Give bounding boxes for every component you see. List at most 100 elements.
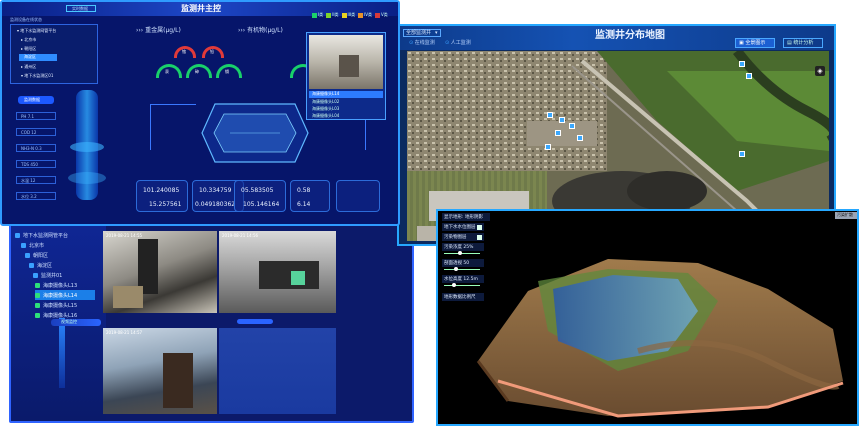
checkbox[interactable] xyxy=(477,224,482,230)
tab-online[interactable]: ⊙ 在线监测 xyxy=(409,41,435,46)
gauge-label: 镉 xyxy=(225,69,229,74)
well-marker[interactable] xyxy=(547,112,553,118)
camera-feed-3[interactable]: 2019-08-21 14:57 xyxy=(103,328,217,414)
terrain-3d-view[interactable] xyxy=(438,211,857,424)
value-card[interactable]: 05.583505 105.146164 xyxy=(234,180,286,212)
tree-item[interactable]: 监测井01 xyxy=(33,270,62,280)
camera-desk xyxy=(259,261,319,289)
video-wall-panel: 地下水监测网管平台 北京市 朝阳区 海淀区 监测井01 海康摄像头L13 海康摄… xyxy=(9,222,414,423)
camera-list-item[interactable]: 海康摄像头L04 xyxy=(312,114,339,118)
camera-preview[interactable] xyxy=(309,35,383,89)
metric-item[interactable]: 水位 3.2 xyxy=(16,192,56,200)
gauge-green xyxy=(216,64,242,78)
realtime-tab[interactable]: 实时数据 xyxy=(66,5,96,12)
slider-thumb[interactable] xyxy=(458,251,462,255)
legend-item: II类 xyxy=(326,12,339,18)
value-card[interactable] xyxy=(336,180,380,212)
well-marker[interactable] xyxy=(569,123,575,129)
value-card[interactable]: 0.58 6.14 xyxy=(290,180,330,212)
metric-item[interactable]: PH 7.1 xyxy=(16,112,56,120)
control-item[interactable]: 显示地形: 地形阴影 xyxy=(442,213,490,221)
camera-feed-2[interactable]: 2019-08-21 14:56 xyxy=(219,231,336,313)
tree-item[interactable]: 海淀区 xyxy=(29,260,52,270)
tree-item[interactable]: 海康摄像头L15 xyxy=(35,300,77,310)
video-page-indicator[interactable] xyxy=(237,319,273,324)
metric-item[interactable]: TDS 450 xyxy=(16,160,56,168)
well-marker[interactable] xyxy=(555,130,561,136)
tree-item[interactable]: ▾ 地下水监测区01 xyxy=(21,74,53,78)
gauge-label: 铅 xyxy=(210,49,214,54)
camera-list-item[interactable]: 海康摄像头L02 xyxy=(312,100,339,104)
gauge-label: 汞 xyxy=(165,69,169,74)
well-dropdown[interactable]: 全部监测井 ▾ xyxy=(403,29,441,37)
tree-item[interactable]: 地下水监测网管平台 xyxy=(15,230,68,240)
device-status-label: 监测设备在线状态 xyxy=(10,17,42,22)
tree-item[interactable]: ▾ 地下水监测网管平台 xyxy=(17,29,56,33)
video-bottom-tab[interactable]: 视频监控 xyxy=(51,319,101,326)
control-item[interactable]: 剖面透视 50 xyxy=(442,259,484,267)
chevron-down-icon: ▾ xyxy=(435,30,438,36)
main-console: 监测井主控 实时数据 监测设备在线状态 I类 II类 III类 IV类 V类 ▾… xyxy=(0,0,400,226)
tree-item[interactable]: ▸ 通州区 xyxy=(21,65,36,69)
well-marker[interactable] xyxy=(739,151,745,157)
camera-timestamp: 2019-08-21 14:56 xyxy=(222,233,259,238)
map-header: 全部监测井 ▾ ⊙ 在线监测 ⊙ 人工监测 监测井分布地图 ▣ 全景图示 ▤ 统… xyxy=(399,26,834,50)
well-marker[interactable] xyxy=(577,135,583,141)
layers-icon[interactable]: ◈ xyxy=(815,66,825,76)
slider-thumb[interactable] xyxy=(452,283,456,287)
legend-item: V类 xyxy=(375,12,388,18)
organic-label: ››› 有机物(μg/L) xyxy=(238,27,283,34)
control-item[interactable]: 水位高度 12.5m xyxy=(442,275,484,283)
tree-item[interactable]: ▸ 朝阳区 xyxy=(21,47,36,51)
tree-scrollbar[interactable] xyxy=(59,318,65,388)
camera-feed-4-empty[interactable] xyxy=(219,328,336,414)
central-hex-frame xyxy=(201,103,309,163)
slider-track[interactable] xyxy=(444,269,480,270)
well-cylinder xyxy=(62,82,112,212)
tree-item[interactable]: 朝阳区 xyxy=(25,250,48,260)
statistics-button[interactable]: ▤ 统计分析 xyxy=(783,38,823,48)
device-tree: ▾ 地下水监测网管平台 ▸ 北京市 ▸ 朝阳区 海淀区 ▸ 通州区 ▾ 地下水监… xyxy=(10,24,98,84)
legend-item: III类 xyxy=(341,12,355,18)
panorama-button[interactable]: ▣ 全景图示 xyxy=(735,38,775,48)
camera-popup: 海康摄像头L14 海康摄像头L02 海康摄像头L03 海康摄像头L04 xyxy=(306,32,386,120)
tree-item[interactable]: ▸ 北京市 xyxy=(21,38,36,42)
terrain-controls: 显示地形: 地形阴影 地下水水位图层 污染物图层 污染浓度 25% 剖面透视 5… xyxy=(438,213,490,303)
camera-list-item[interactable]: 海康摄像头L03 xyxy=(312,107,339,111)
camera-feed-1[interactable]: 2019-08-21 14:55 xyxy=(103,231,217,313)
metric-header-button[interactable]: 监测数据 xyxy=(18,96,54,104)
metric-item[interactable]: 水温 12 xyxy=(16,176,56,184)
tree-item[interactable]: 海康摄像头L13 xyxy=(35,280,77,290)
control-item[interactable]: 地下水水位图层 xyxy=(442,223,484,231)
tree-item-selected[interactable]: 海康摄像头L14 xyxy=(35,290,95,300)
metric-item[interactable]: NH3-N 0.3 xyxy=(16,144,56,152)
well-marker[interactable] xyxy=(545,144,551,150)
gauge-label: 铬 xyxy=(182,49,186,54)
control-item[interactable]: 污染物图层 xyxy=(442,233,484,241)
tree-item[interactable]: 北京市 xyxy=(21,240,44,250)
terrain-3d-panel: 污染扩散 显示地形: 地形阴影 地下水水位图层 污染物图层 污染浓度 25% 剖… xyxy=(436,209,859,426)
control-item[interactable]: 地形数据比例尺 xyxy=(442,293,484,301)
tab-manual[interactable]: ⊙ 人工监测 xyxy=(445,41,471,46)
checkbox[interactable] xyxy=(477,234,482,240)
gauge-green xyxy=(156,64,182,78)
slider-track[interactable] xyxy=(444,285,480,286)
camera-machine xyxy=(163,353,193,408)
legend-item: IV类 xyxy=(358,12,372,18)
well-marker[interactable] xyxy=(739,61,745,67)
console-title: 监测井主控 xyxy=(181,4,221,13)
heavy-metal-label: ››› 重金属(μg/L) xyxy=(136,27,181,34)
tree-item-selected[interactable]: 海淀区 xyxy=(19,54,57,61)
control-item[interactable]: 污染浓度 25% xyxy=(442,243,484,251)
slider-thumb[interactable] xyxy=(454,267,458,271)
camera-list-item-selected[interactable]: 海康摄像头L14 xyxy=(309,91,383,98)
well-marker[interactable] xyxy=(746,73,752,79)
map-title: 监测井分布地图 xyxy=(595,30,665,41)
gauge-green xyxy=(186,64,212,78)
camera-boxes xyxy=(113,286,143,308)
well-marker[interactable] xyxy=(559,117,565,123)
slider-track[interactable] xyxy=(444,253,480,254)
gauge-label: 砷 xyxy=(195,69,199,74)
metric-item[interactable]: COD 12 xyxy=(16,128,56,136)
value-card[interactable]: 101.240085 15.257561 xyxy=(136,180,188,212)
